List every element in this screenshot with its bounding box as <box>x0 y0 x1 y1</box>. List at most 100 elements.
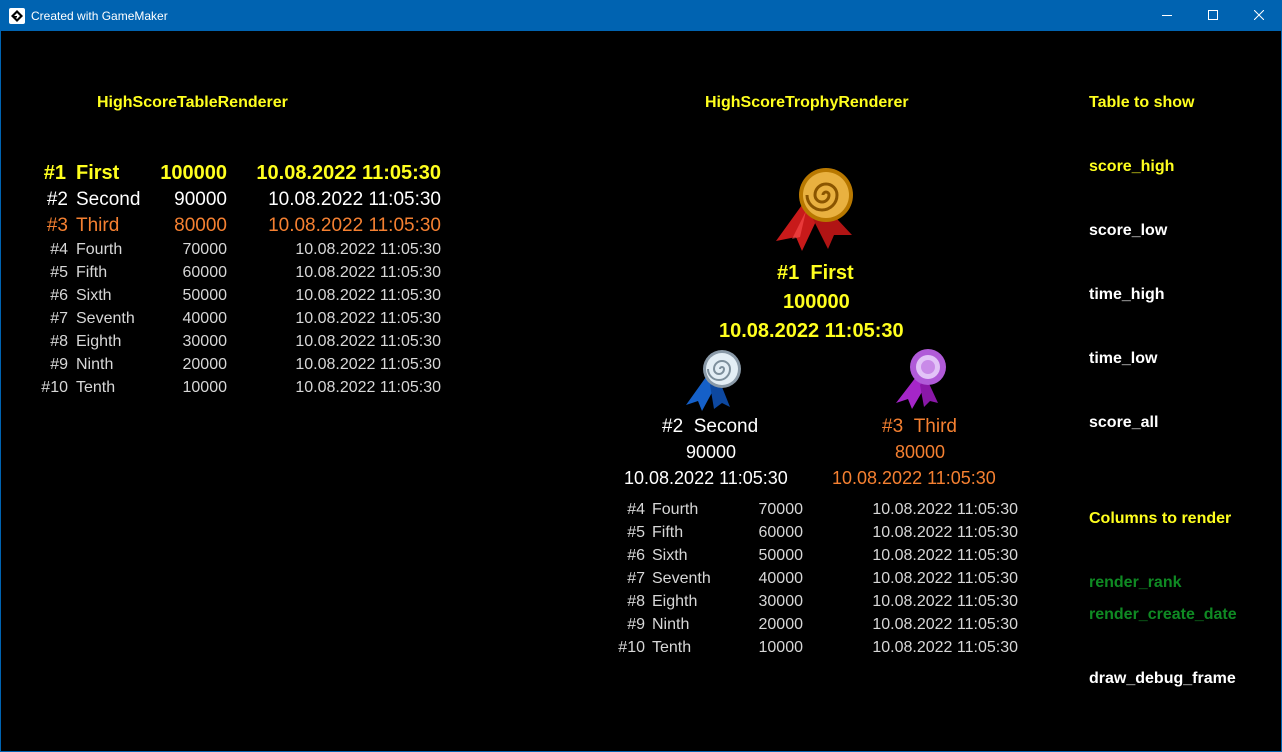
minimize-icon <box>1162 7 1172 25</box>
date-cell: 10.08.2022 11:05:30 <box>295 379 441 396</box>
name-cell: Tenth <box>652 639 692 656</box>
score-cell: 30000 <box>758 593 804 610</box>
date-cell: 10.08.2022 11:05:30 <box>256 162 441 184</box>
score-cell: 20000 <box>182 356 228 373</box>
score-cell: 50000 <box>758 547 804 564</box>
table-option-score-low[interactable]: score_low <box>1089 222 1167 240</box>
close-icon <box>1253 7 1265 25</box>
third-place: #3 Third <box>882 416 957 438</box>
table-row: #6 Sixth 50000 10.08.2022 11:05:30 <box>600 547 1040 569</box>
date-cell: 10.08.2022 11:05:30 <box>872 593 1018 610</box>
score-cell: 40000 <box>182 310 228 327</box>
name-cell: Sixth <box>76 287 112 304</box>
date-cell: 10.08.2022 11:05:30 <box>872 524 1018 541</box>
score-cell: 100000 <box>160 162 227 184</box>
rank-cell: #7 <box>50 310 68 327</box>
score-cell: 60000 <box>758 524 804 541</box>
table-row: #10 Tenth 10000 10.08.2022 11:05:30 <box>600 639 1040 661</box>
table-to-show-heading: Table to show <box>1089 94 1195 111</box>
rank-cell: #5 <box>627 524 645 541</box>
name-cell: Eighth <box>652 593 698 610</box>
score-cell: 50000 <box>182 287 228 304</box>
score-cell: 20000 <box>758 616 804 633</box>
name-cell: Seventh <box>652 570 711 587</box>
table-row: #6 Sixth 50000 10.08.2022 11:05:30 <box>0 287 460 311</box>
table-row: #8 Eighth 30000 10.08.2022 11:05:30 <box>600 593 1040 615</box>
date-cell: 10.08.2022 11:05:30 <box>295 264 441 281</box>
column-option-render-create-date[interactable]: render_create_date <box>1089 606 1237 624</box>
rank-cell: #9 <box>627 616 645 633</box>
date-cell: 10.08.2022 11:05:30 <box>295 333 441 350</box>
name-cell: Ninth <box>76 356 114 373</box>
column-option-render-rank[interactable]: render_rank <box>1089 574 1182 592</box>
score-cell: 30000 <box>182 333 228 350</box>
name-cell: Third <box>76 215 120 236</box>
second-date: 10.08.2022 11:05:30 <box>624 468 788 488</box>
table-row: #7 Seventh 40000 10.08.2022 11:05:30 <box>0 310 460 334</box>
first-score: 100000 <box>783 291 850 313</box>
name-cell: Second <box>76 189 141 210</box>
score-cell: 90000 <box>174 189 227 210</box>
table-row: #5 Fifth 60000 10.08.2022 11:05:30 <box>600 524 1040 546</box>
draw-debug-frame-option[interactable]: draw_debug_frame <box>1089 670 1236 688</box>
name-cell: Seventh <box>76 310 135 327</box>
rank-cell: #6 <box>50 287 68 304</box>
rank-cell: #5 <box>50 264 68 281</box>
table-row: #9 Ninth 20000 10.08.2022 11:05:30 <box>0 356 460 380</box>
second-name: Second <box>693 416 759 437</box>
second-place: #2 Second <box>662 416 758 438</box>
table-row: #7 Seventh 40000 10.08.2022 11:05:30 <box>600 570 1040 592</box>
rank-cell: #9 <box>50 356 68 373</box>
table-row: #1 First 100000 10.08.2022 11:05:30 <box>0 162 460 186</box>
name-cell: Fifth <box>652 524 684 541</box>
date-cell: 10.08.2022 11:05:30 <box>295 356 441 373</box>
third-rank: #3 <box>882 416 904 437</box>
second-rank: #2 <box>662 416 684 437</box>
date-cell: 10.08.2022 11:05:30 <box>872 639 1018 656</box>
name-cell: Eighth <box>76 333 122 350</box>
score-cell: 10000 <box>182 379 228 396</box>
maximize-icon <box>1208 7 1218 25</box>
title-bar[interactable]: Created with GameMaker <box>0 0 1282 31</box>
table-row: #9 Ninth 20000 10.08.2022 11:05:30 <box>600 616 1040 638</box>
rank-cell: #4 <box>627 501 645 518</box>
rank-cell: #1 <box>43 162 66 184</box>
table-row: #4 Fourth 70000 10.08.2022 11:05:30 <box>0 241 460 265</box>
table-option-score-all[interactable]: score_all <box>1089 414 1158 432</box>
date-cell: 10.08.2022 11:05:30 <box>872 570 1018 587</box>
maximize-button[interactable] <box>1190 0 1236 31</box>
score-cell: 40000 <box>758 570 804 587</box>
table-option-score-high[interactable]: score_high <box>1089 158 1174 176</box>
minimize-button[interactable] <box>1144 0 1190 31</box>
name-cell: Tenth <box>76 379 116 396</box>
table-option-time-high[interactable]: time_high <box>1089 286 1165 304</box>
rank-cell: #8 <box>627 593 645 610</box>
name-cell: Fourth <box>76 241 123 258</box>
rank-cell: #10 <box>41 379 68 396</box>
rank-cell: #7 <box>627 570 645 587</box>
table-row: #4 Fourth 70000 10.08.2022 11:05:30 <box>600 501 1040 523</box>
name-cell: Fourth <box>652 501 699 518</box>
name-cell: First <box>76 162 120 184</box>
rank-cell: #3 <box>46 215 68 236</box>
score-cell: 70000 <box>758 501 804 518</box>
rank-cell: #6 <box>627 547 645 564</box>
date-cell: 10.08.2022 11:05:30 <box>268 189 441 210</box>
date-cell: 10.08.2022 11:05:30 <box>872 547 1018 564</box>
name-cell: Fifth <box>76 264 108 281</box>
score-cell: 80000 <box>174 215 227 236</box>
table-option-time-low[interactable]: time_low <box>1089 350 1157 368</box>
score-cell: 10000 <box>758 639 804 656</box>
date-cell: 10.08.2022 11:05:30 <box>872 501 1018 518</box>
date-cell: 10.08.2022 11:05:30 <box>295 287 441 304</box>
score-cell: 70000 <box>182 241 228 258</box>
date-cell: 10.08.2022 11:05:30 <box>295 310 441 327</box>
first-rank: #1 <box>777 262 800 284</box>
rank-cell: #2 <box>46 189 68 210</box>
table-renderer-heading: HighScoreTableRenderer <box>97 94 288 111</box>
name-cell: Ninth <box>652 616 690 633</box>
close-button[interactable] <box>1236 0 1282 31</box>
first-name: First <box>810 262 854 284</box>
table-row: #5 Fifth 60000 10.08.2022 11:05:30 <box>0 264 460 288</box>
rank-cell: #4 <box>50 241 68 258</box>
